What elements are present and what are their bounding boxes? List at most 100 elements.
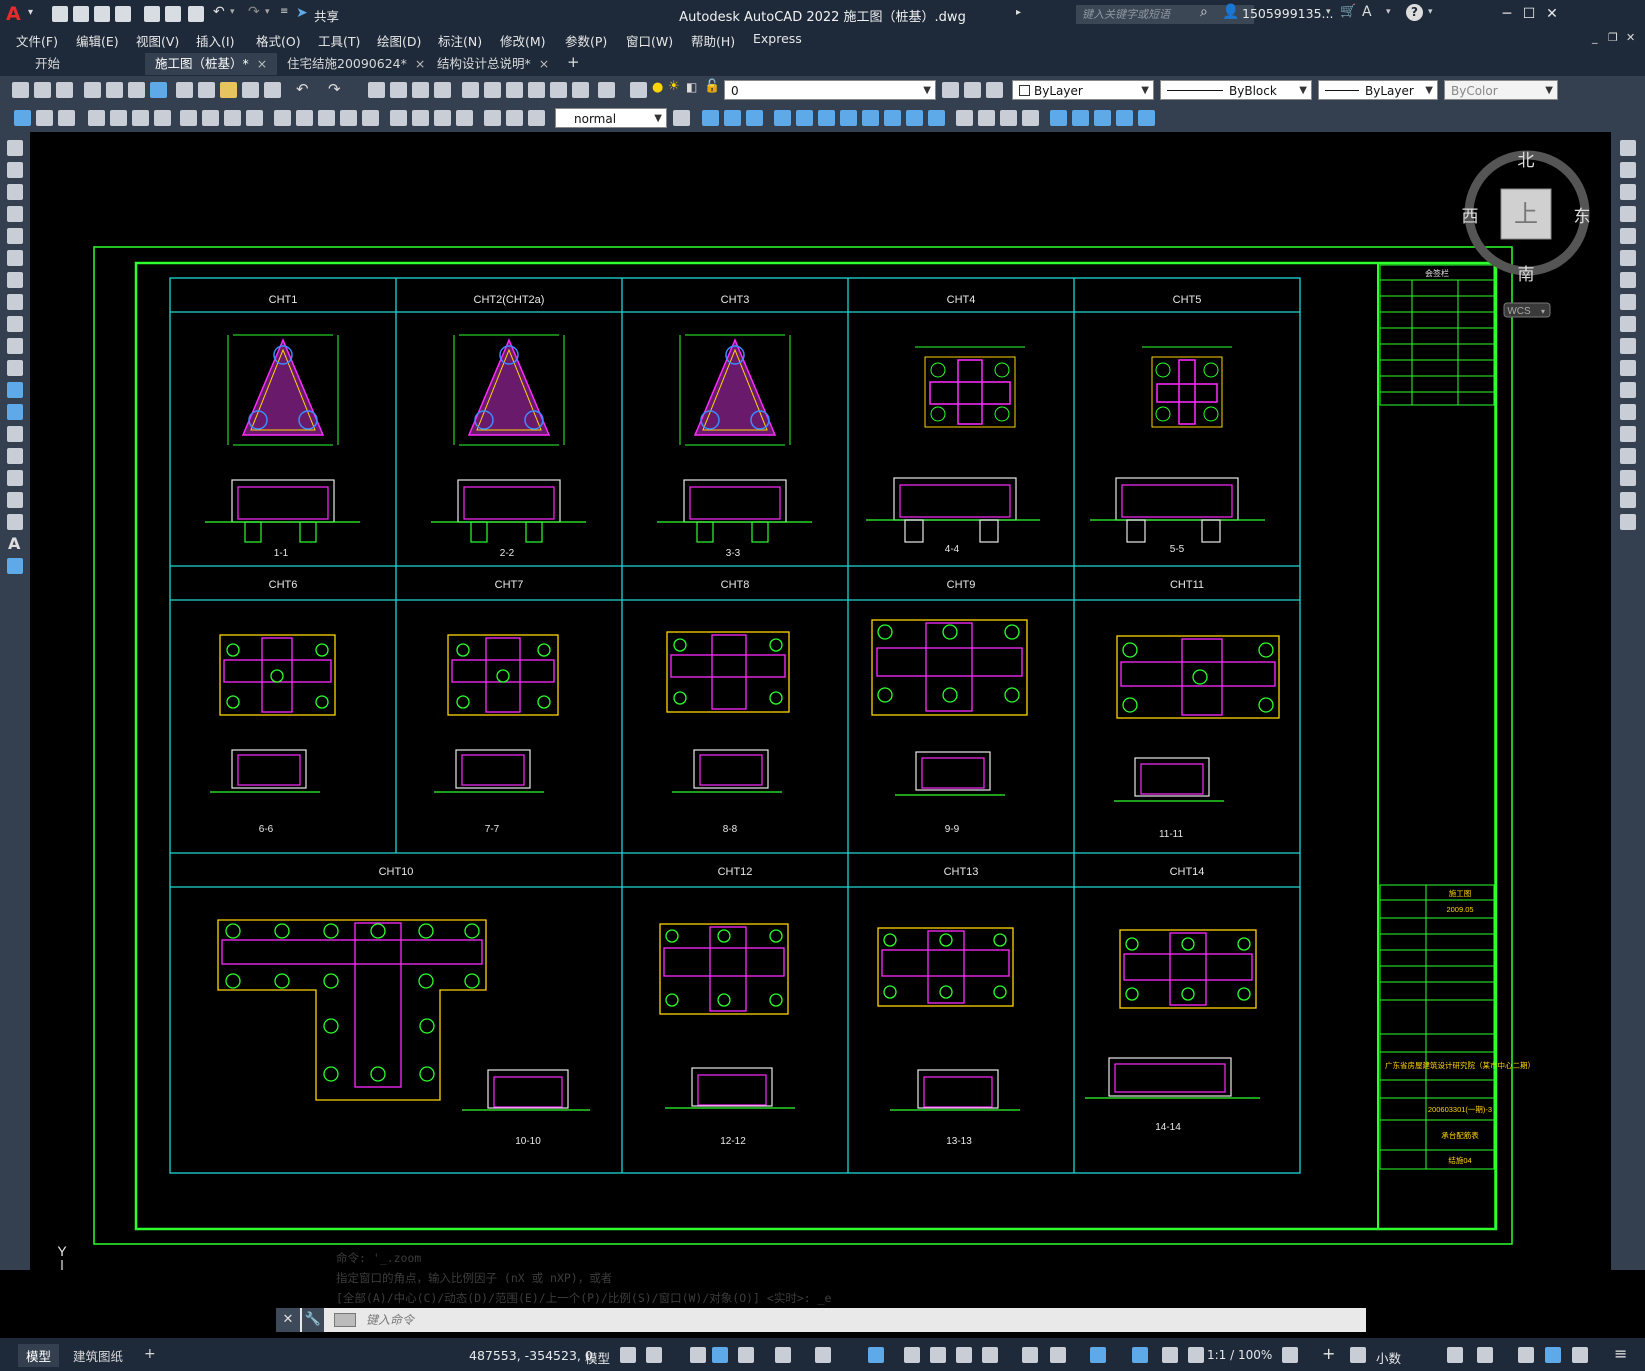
dim-style-icon[interactable] bbox=[673, 110, 690, 126]
menu-draw[interactable]: 绘图(D) bbox=[377, 31, 421, 50]
annotation-scale-readout[interactable]: 1:1 / 100% bbox=[1207, 1348, 1272, 1362]
text-style-dropdown[interactable]: normal ▼ bbox=[555, 108, 667, 128]
minimize-icon[interactable]: ─ bbox=[1497, 4, 1517, 24]
autodesk-app-icon[interactable]: A bbox=[1362, 4, 1372, 20]
stretch-icon[interactable] bbox=[1620, 316, 1636, 332]
draworder-front-icon[interactable] bbox=[1050, 110, 1067, 126]
hatch-icon[interactable] bbox=[7, 448, 23, 464]
quick-properties-icon[interactable] bbox=[1447, 1347, 1463, 1363]
jogged-dim-icon[interactable] bbox=[202, 110, 219, 126]
add-layout-button[interactable]: + bbox=[136, 1344, 164, 1364]
gizmo-icon[interactable] bbox=[1022, 1347, 1038, 1363]
break-icon[interactable] bbox=[1620, 404, 1636, 420]
angular-dim-icon[interactable] bbox=[246, 110, 263, 126]
quick-dim-icon[interactable] bbox=[274, 110, 291, 126]
drawing-canvas[interactable]: CHT1 CHT2(CHT2a) CHT3 CHT4 CHT5 CHT6 CHT… bbox=[30, 132, 1611, 1316]
array-icon[interactable] bbox=[796, 110, 813, 126]
tool-palettes-icon[interactable] bbox=[506, 82, 523, 98]
new-tab-button[interactable]: + bbox=[567, 53, 580, 71]
user-dropdown-icon[interactable]: ▾ bbox=[1326, 7, 1331, 17]
coordinates-readout[interactable]: 487553, -354523, 0 bbox=[469, 1348, 593, 1363]
lineweight-icon[interactable] bbox=[904, 1347, 920, 1363]
extend-icon[interactable] bbox=[1620, 360, 1636, 376]
menu-tools[interactable]: 工具(T) bbox=[318, 31, 360, 50]
layer-vp-icon[interactable]: ◧ bbox=[686, 80, 697, 94]
save-icon[interactable] bbox=[94, 6, 110, 22]
dim-break-icon[interactable] bbox=[362, 110, 379, 126]
erase-icon[interactable] bbox=[1620, 140, 1636, 156]
layer-previous-icon[interactable] bbox=[964, 82, 981, 98]
join-icon[interactable] bbox=[1022, 110, 1039, 126]
chamfer-icon[interactable] bbox=[1620, 448, 1636, 464]
arc-length-icon[interactable] bbox=[132, 110, 149, 126]
annotation-visibility-icon[interactable] bbox=[1132, 1347, 1148, 1363]
design-center-icon[interactable] bbox=[484, 82, 501, 98]
workspace-icon[interactable] bbox=[14, 110, 31, 126]
app-dropdown-icon[interactable]: ▾ bbox=[1386, 7, 1391, 17]
menu-parametric[interactable]: 参数(P) bbox=[565, 31, 607, 50]
extend-icon[interactable] bbox=[906, 110, 923, 126]
copy-icon[interactable] bbox=[198, 82, 215, 98]
mtext-icon[interactable]: A bbox=[8, 534, 20, 553]
dim-update-icon[interactable] bbox=[528, 110, 545, 126]
text-front-icon[interactable] bbox=[1138, 110, 1155, 126]
save-ws-icon[interactable] bbox=[36, 110, 53, 126]
open-web-icon[interactable] bbox=[144, 6, 160, 22]
sheet-set-icon[interactable] bbox=[528, 82, 545, 98]
menu-edit[interactable]: 编辑(E) bbox=[76, 31, 119, 50]
menu-dimension[interactable]: 标注(N) bbox=[438, 31, 482, 50]
circle-icon[interactable] bbox=[7, 272, 23, 288]
radius-dim-icon[interactable] bbox=[180, 110, 197, 126]
close-tab-icon[interactable]: × bbox=[539, 56, 549, 71]
pan-icon[interactable] bbox=[368, 82, 385, 98]
maximize-icon[interactable]: ☐ bbox=[1519, 4, 1539, 24]
properties-icon[interactable] bbox=[462, 82, 479, 98]
ordinate-dim-icon[interactable] bbox=[154, 110, 171, 126]
mirror-icon[interactable] bbox=[1620, 184, 1636, 200]
aligned-dim-icon[interactable] bbox=[110, 110, 127, 126]
compass-south[interactable]: 南 bbox=[1518, 265, 1535, 284]
mirror-icon[interactable] bbox=[746, 110, 763, 126]
command-prompt-icon[interactable] bbox=[334, 1313, 356, 1327]
isolate-objects-icon[interactable] bbox=[1518, 1347, 1534, 1363]
publish-icon[interactable] bbox=[128, 82, 145, 98]
construction-line-icon[interactable] bbox=[7, 162, 23, 178]
explode-icon[interactable] bbox=[1000, 110, 1017, 126]
viewcube-top-label[interactable]: 上 bbox=[1514, 201, 1538, 228]
point-icon[interactable] bbox=[7, 426, 23, 442]
selection-cycling-icon[interactable] bbox=[956, 1347, 972, 1363]
offset-icon[interactable] bbox=[774, 110, 791, 126]
help-icon[interactable]: ? bbox=[1406, 4, 1423, 21]
units-readout[interactable]: 小数 bbox=[1376, 1348, 1401, 1367]
customize-wrench-icon[interactable]: 🔧 bbox=[302, 1308, 324, 1332]
tab-model[interactable]: 模型 bbox=[18, 1344, 60, 1367]
scale-icon[interactable] bbox=[1620, 294, 1636, 310]
doc-minimize-icon[interactable]: _ bbox=[1592, 31, 1598, 44]
zoom-previous-icon[interactable] bbox=[434, 82, 451, 98]
offset-icon[interactable] bbox=[1620, 206, 1636, 222]
zoom-realtime-icon[interactable] bbox=[390, 82, 407, 98]
plot-icon[interactable] bbox=[84, 82, 101, 98]
menu-modify[interactable]: 修改(M) bbox=[500, 31, 546, 50]
transparency-icon[interactable] bbox=[930, 1347, 946, 1363]
diameter-dim-icon[interactable] bbox=[224, 110, 241, 126]
copy-obj-icon[interactable] bbox=[724, 110, 741, 126]
copy-icon[interactable] bbox=[1620, 162, 1636, 178]
arc-icon[interactable] bbox=[7, 250, 23, 266]
baseline-dim-icon[interactable] bbox=[296, 110, 313, 126]
redo-dropdown-icon[interactable]: ▾ bbox=[265, 7, 270, 17]
color-dropdown[interactable]: ByLayer ▼ bbox=[1012, 80, 1154, 100]
ellipse-arc-icon[interactable] bbox=[7, 360, 23, 376]
save-icon[interactable] bbox=[56, 82, 73, 98]
rotate-icon[interactable] bbox=[1620, 272, 1636, 288]
spline-icon[interactable] bbox=[7, 316, 23, 332]
region-icon[interactable] bbox=[7, 492, 23, 508]
grid-icon[interactable] bbox=[620, 1347, 636, 1363]
table-icon[interactable] bbox=[7, 514, 23, 530]
snap-icon[interactable] bbox=[646, 1347, 662, 1363]
block-editor-icon[interactable] bbox=[264, 82, 281, 98]
redo-icon[interactable]: ↷ bbox=[328, 80, 341, 98]
tolerance-icon[interactable] bbox=[390, 110, 407, 126]
add-selected-icon[interactable] bbox=[7, 558, 23, 574]
qnew-icon[interactable] bbox=[12, 82, 29, 98]
